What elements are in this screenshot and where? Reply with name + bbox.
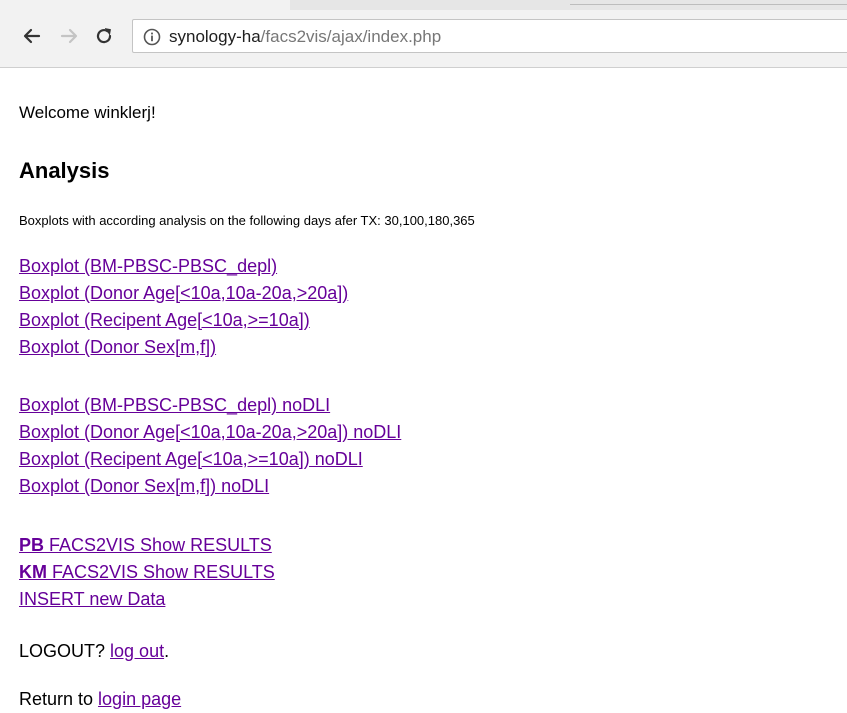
boxplot-nodli-link[interactable]: Boxplot (BM-PBSC-PBSC_depl) noDLI [19,395,330,416]
results-prefix: PB [19,535,45,555]
logout-text: LOGOUT? [19,641,111,661]
analysis-description: Boxplots with according analysis on the … [19,213,475,228]
boxplot-link[interactable]: Boxplot (Recipent Age[<10a,>=10a]) [19,310,310,331]
forward-button[interactable] [55,22,83,50]
logout-line: LOGOUT? log out. [19,641,169,662]
return-line: Return to login page [19,689,181,710]
boxplot-nodli-link[interactable]: Boxplot (Recipent Age[<10a,>=10a]) noDLI [19,449,363,470]
boxplot-nodli-link[interactable]: Boxplot (Donor Sex[m,f]) noDLI [19,476,269,497]
url-text[interactable]: synology-ha/facs2vis/ajax/index.php [169,27,441,47]
km-results-link[interactable]: KM FACS2VIS Show RESULTS [19,562,275,583]
back-arrow-icon [23,28,41,44]
url-host: synology-ha [169,27,261,46]
insert-data-link[interactable]: INSERT new Data [19,589,165,610]
boxplot-link[interactable]: Boxplot (BM-PBSC-PBSC_depl) [19,256,277,277]
reload-button[interactable] [90,22,118,50]
info-icon[interactable] [143,28,161,46]
boxplot-nodli-link[interactable]: Boxplot (Donor Age[<10a,10a-20a,>20a]) n… [19,422,401,443]
login-page-link[interactable]: login page [98,689,181,709]
welcome-message: Welcome winklerj! [19,103,156,122]
active-tab[interactable] [0,0,290,10]
address-bar[interactable]: synology-ha/facs2vis/ajax/index.php [132,19,847,53]
boxplot-link[interactable]: Boxplot (Donor Sex[m,f]) [19,337,216,358]
back-button[interactable] [18,22,46,50]
results-label: FACS2VIS Show RESULTS [44,535,272,555]
reload-icon [96,28,112,44]
pb-results-link[interactable]: PB FACS2VIS Show RESULTS [19,535,272,556]
results-prefix: KM [19,562,47,582]
page-title: Analysis [19,158,110,183]
logout-suffix: . [164,641,170,661]
logout-link[interactable]: log out [110,641,164,661]
return-text: Return to [19,689,99,709]
tab-divider [570,4,847,5]
tab-strip [0,0,847,10]
browser-toolbar: synology-ha/facs2vis/ajax/index.php [0,0,847,68]
forward-arrow-icon [60,28,78,44]
results-label: FACS2VIS Show RESULTS [47,562,275,582]
boxplot-link[interactable]: Boxplot (Donor Age[<10a,10a-20a,>20a]) [19,283,348,304]
url-path: /facs2vis/ajax/index.php [260,27,442,46]
